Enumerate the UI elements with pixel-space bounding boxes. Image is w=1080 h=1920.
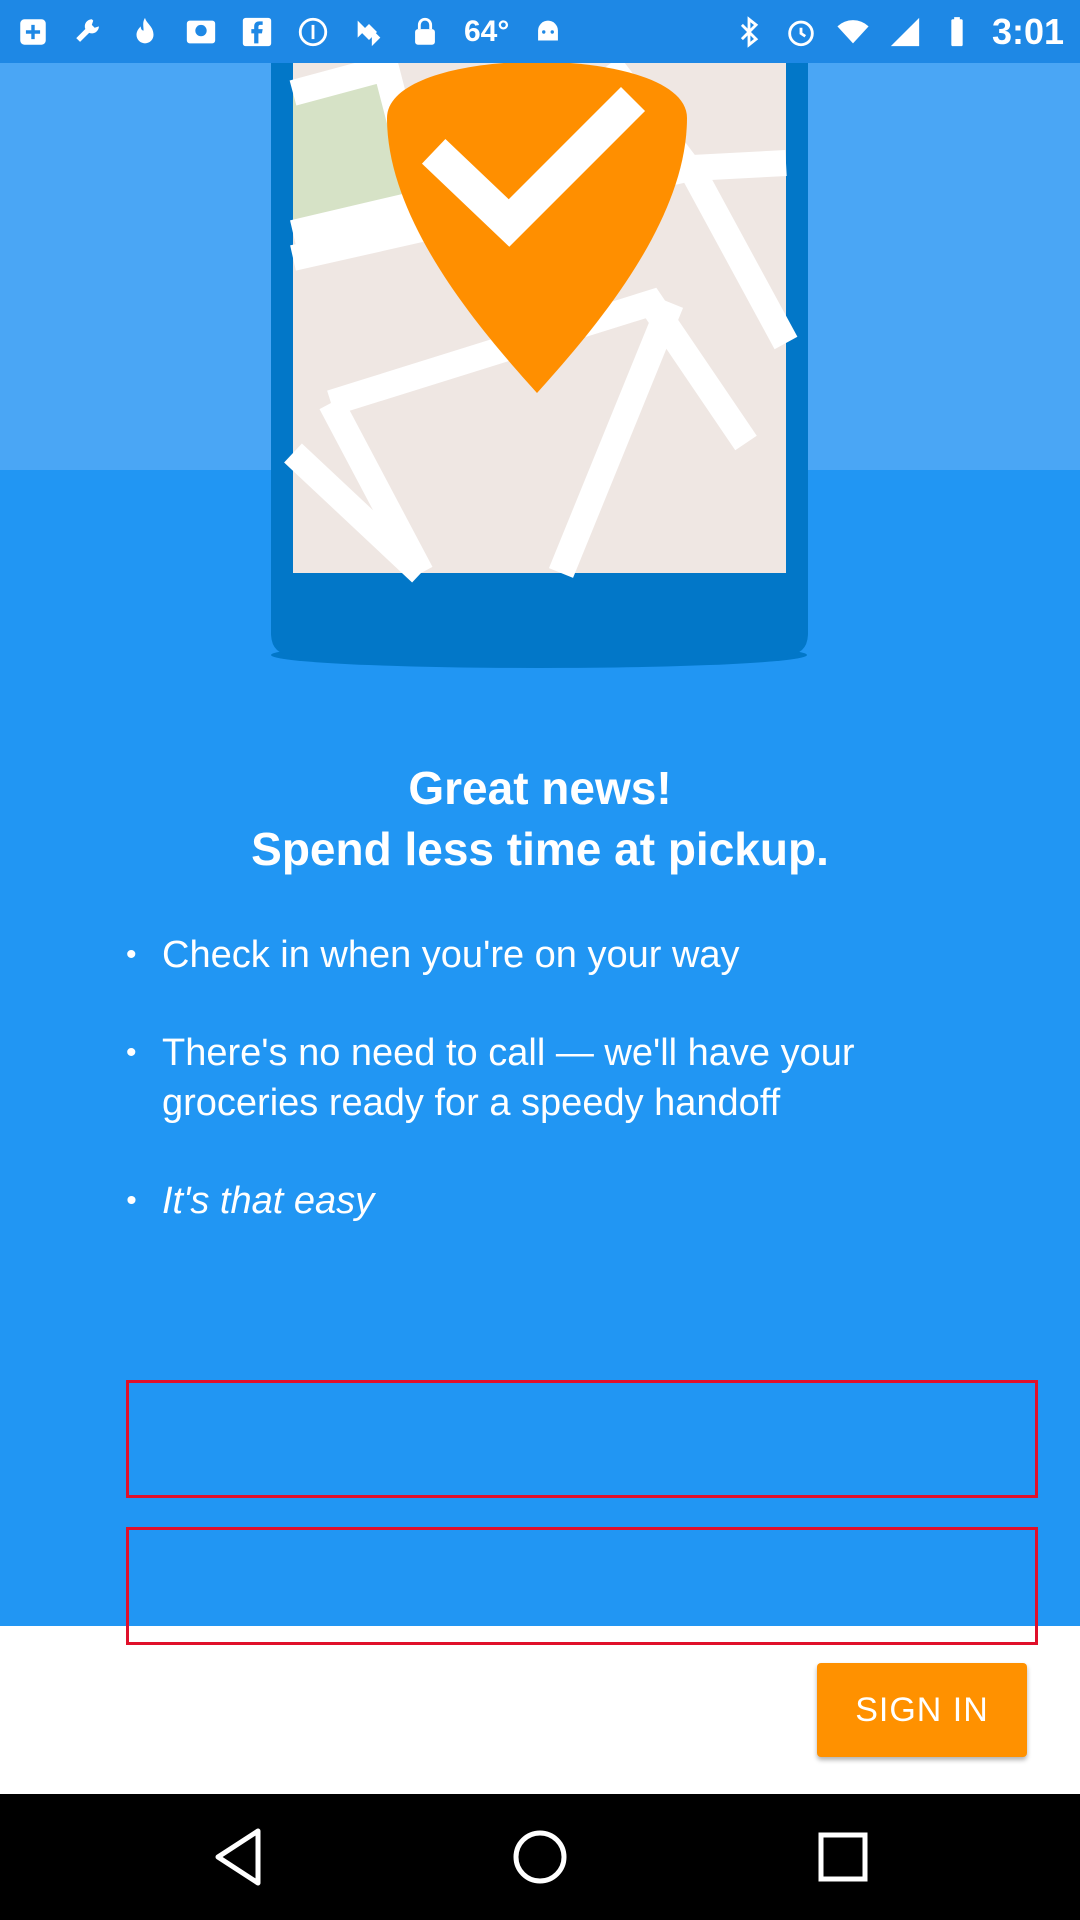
feature-list: Check in when you're on your way There's… <box>126 930 1006 1226</box>
wifi-icon <box>836 15 870 49</box>
calendar-plus-icon <box>16 15 50 49</box>
sign-in-button[interactable]: SIGN IN <box>817 1663 1027 1757</box>
headline-line-2: Spend less time at pickup. <box>251 823 829 875</box>
lock-icon <box>408 15 442 49</box>
photo-card-icon <box>184 15 218 49</box>
highlight-box-2[interactable] <box>126 1527 1038 1645</box>
facebook-icon <box>240 15 274 49</box>
wrench-icon <box>72 15 106 49</box>
android-icon <box>531 15 565 49</box>
signal-icon <box>888 15 922 49</box>
status-bar: 64° 3:01 <box>0 0 1080 63</box>
recent-apps-icon[interactable] <box>803 1817 883 1897</box>
feature-no-call: There's no need to call — we'll have you… <box>126 1028 1006 1128</box>
headline: Great news! Spend less time at pickup. <box>0 758 1080 880</box>
navigation-bar <box>0 1794 1080 1920</box>
back-icon[interactable] <box>200 1817 280 1897</box>
weather-temperature: 64° <box>464 14 510 48</box>
fake-gps-satellite-icon <box>352 15 386 49</box>
clock-time: 3:01 <box>991 10 1064 52</box>
home-icon[interactable] <box>500 1817 580 1897</box>
bluetooth-icon <box>732 15 766 49</box>
alarm-icon <box>784 15 818 49</box>
info-icon <box>296 15 330 49</box>
feature-easy: It's that easy <box>126 1176 1006 1226</box>
flame-icon <box>128 15 162 49</box>
phone-map-illustration <box>271 63 808 668</box>
feature-checkin: Check in when you're on your way <box>126 930 1006 980</box>
notification-icons: 64° <box>16 15 565 49</box>
highlight-box-1[interactable] <box>126 1380 1038 1498</box>
system-icons: 3:01 <box>732 11 1064 53</box>
headline-line-1: Great news! <box>408 762 672 814</box>
battery-icon <box>940 15 974 49</box>
